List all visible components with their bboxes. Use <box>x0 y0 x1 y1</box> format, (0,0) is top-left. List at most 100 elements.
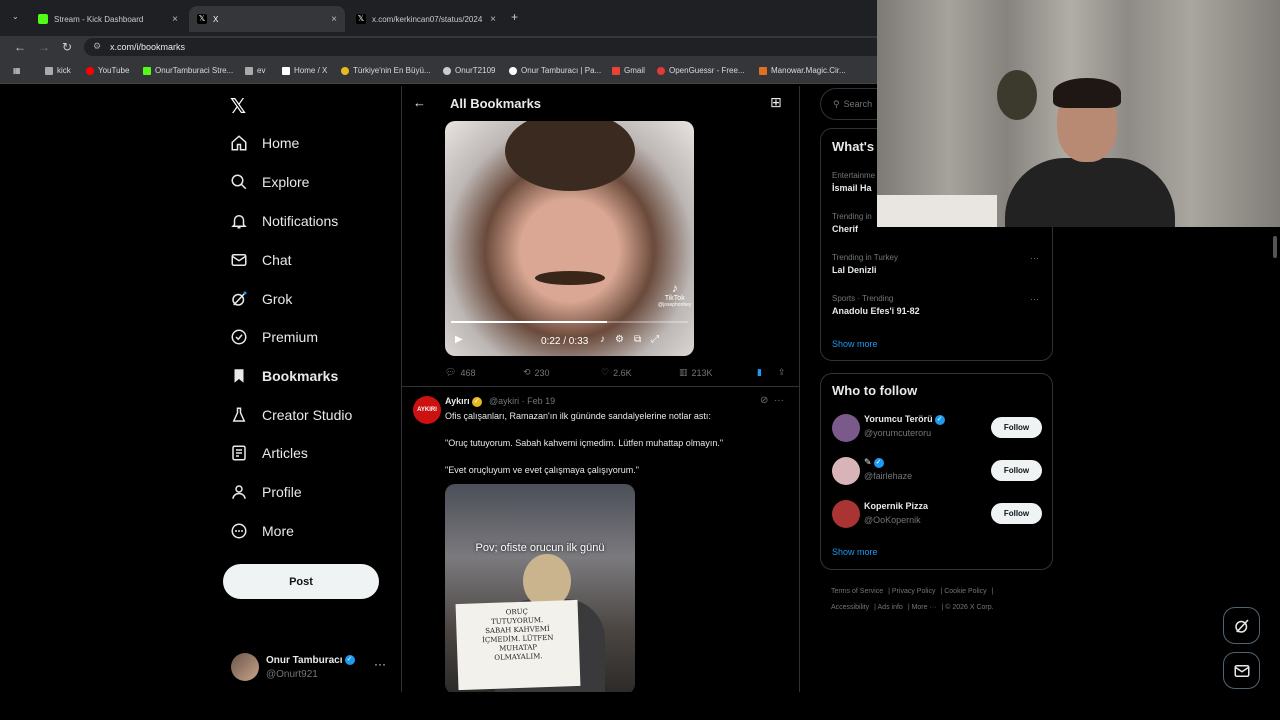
new-folder-icon[interactable]: ⊞ <box>770 94 782 111</box>
nav-profile[interactable]: Profile <box>230 483 302 501</box>
footer-link-more[interactable]: More ··· <box>912 604 937 611</box>
avatar[interactable] <box>832 414 860 442</box>
nav-label: Premium <box>262 329 319 345</box>
footer-link-ads-info[interactable]: Ads info <box>878 604 903 611</box>
video-progress-bar[interactable] <box>451 321 688 323</box>
avatar[interactable]: AYKIRI <box>413 396 441 424</box>
more-dots-icon[interactable]: ··· <box>1030 294 1039 304</box>
repost-button[interactable]: ⟲ 230 <box>523 367 550 378</box>
bookmark-button[interactable]: ▮ <box>757 367 762 378</box>
envelope-icon <box>1234 664 1249 677</box>
nav-label: Bookmarks <box>262 368 339 384</box>
back-arrow-icon[interactable]: ← <box>14 40 26 54</box>
more-dots-icon[interactable]: ··· <box>774 395 784 406</box>
bookmark-kick[interactable]: kick <box>45 66 71 75</box>
bookmark-label: kick <box>57 66 71 75</box>
footer-link-accessibility[interactable]: Accessibility <box>831 604 869 611</box>
footer-link-privacy[interactable]: Privacy Policy <box>892 588 936 595</box>
user-name-row[interactable]: Yorumcu Terörü ✓ <box>864 414 945 425</box>
grok-floating-button[interactable] <box>1223 607 1260 644</box>
nav-articles[interactable]: Articles <box>230 444 308 462</box>
back-arrow-icon[interactable]: ← <box>413 95 426 110</box>
show-more-link[interactable]: Show more <box>832 339 878 349</box>
bookmark-onurt2109[interactable]: OnurT2109 <box>443 66 495 75</box>
new-tab-icon[interactable]: + <box>511 10 518 24</box>
trend-name[interactable]: Cherif <box>832 224 858 234</box>
apps-grid-icon[interactable]: ▦ <box>13 66 21 75</box>
tweet-author-row[interactable]: Aykırı ✓ <box>445 396 482 407</box>
follow-button[interactable]: Follow <box>991 460 1042 481</box>
nav-chat[interactable]: Chat <box>230 251 292 269</box>
tweet-image[interactable]: Pov; ofiste orucun ilk günü ORUÇ TUTUYOR… <box>445 484 635 692</box>
more-dots-icon[interactable]: ··· <box>374 657 386 671</box>
bookmark-gmail[interactable]: Gmail <box>612 66 645 75</box>
account-handle: @Onurt921 <box>266 669 318 680</box>
trend-name[interactable]: İsmail Ha <box>832 183 872 193</box>
post-button[interactable]: Post <box>223 564 379 599</box>
settings-icon[interactable]: ⚙ <box>615 334 634 345</box>
webcam-detail <box>877 195 997 227</box>
trend-name[interactable]: Lal Denizli <box>832 265 877 275</box>
tab-x-status[interactable]: 𝕏 x.com/kerkincan07/status/2024 × <box>348 6 504 32</box>
bookmark-label: Onur Tamburacı | Pa... <box>521 66 602 75</box>
account-switcher[interactable]: Onur Tamburacı ✓ @Onurt921 ··· <box>231 652 401 684</box>
like-button[interactable]: ♡ 2.6K <box>601 367 632 378</box>
messages-floating-button[interactable] <box>1223 652 1260 689</box>
volume-icon[interactable]: ♪ <box>600 334 615 345</box>
grok-icon[interactable]: ⊘ <box>760 395 768 406</box>
tab-x[interactable]: 𝕏 X × <box>189 6 345 32</box>
nav-home[interactable]: Home <box>230 134 299 152</box>
home-icon <box>231 135 247 151</box>
close-tab-icon[interactable]: × <box>331 14 337 25</box>
share-icon[interactable]: ⇪ <box>778 367 786 378</box>
scrollbar[interactable] <box>1273 236 1277 258</box>
forward-arrow-icon[interactable]: → <box>38 40 50 54</box>
video-progress-fill <box>451 321 608 323</box>
nav-more[interactable]: More <box>230 522 294 540</box>
bookmark-onurtamburaci-stream[interactable]: OnurTamburaci Stre... <box>143 66 233 75</box>
bookmark-home-x[interactable]: Home / X <box>282 66 327 75</box>
bookmark-turkiye[interactable]: Türkiye'nin En Büyü... <box>341 66 431 75</box>
follow-button[interactable]: Follow <box>991 503 1042 524</box>
screen-bottom-strip <box>0 692 1280 720</box>
person-icon <box>232 485 246 499</box>
show-more-link[interactable]: Show more <box>832 547 878 557</box>
user-name[interactable]: Kopernik Pizza <box>864 501 928 511</box>
nav-premium[interactable]: Premium <box>230 328 318 346</box>
follow-button[interactable]: Follow <box>991 417 1042 438</box>
reload-icon[interactable]: ↻ <box>62 40 72 54</box>
user-name-row[interactable]: ✎ ✓ <box>864 457 884 468</box>
reply-button[interactable]: 💬︎ 468 <box>445 367 475 378</box>
play-icon[interactable]: ▶ <box>455 334 463 345</box>
bookmark-youtube[interactable]: YouTube <box>86 66 129 75</box>
trend-meta: Trending in <box>832 212 872 221</box>
fullscreen-icon[interactable]: ⤢ <box>651 334 669 345</box>
address-bar[interactable]: ⚙ x.com/i/bookmarks <box>84 38 884 56</box>
footer-link-terms[interactable]: Terms of Service <box>831 588 883 595</box>
trend-name[interactable]: Anadolu Efes'i 91-82 <box>832 306 920 316</box>
tab-list-chevron-icon[interactable]: ⌄ <box>12 12 19 21</box>
nav-bookmarks[interactable]: Bookmarks <box>230 367 338 385</box>
video-player[interactable]: ♪ TikTok @josephonbey ▶ 0:22 / 0:33 ♪⚙⧉⤢ <box>445 121 694 356</box>
footer-link-cookies[interactable]: Cookie Policy <box>944 588 986 595</box>
bookmark-manowar[interactable]: Manowar.Magic.Cir... <box>759 66 846 75</box>
nav-notifications[interactable]: Notifications <box>230 212 338 230</box>
nav-explore[interactable]: Explore <box>230 173 309 191</box>
bookmark-openguessr[interactable]: OpenGuessr - Free... <box>657 66 745 75</box>
close-tab-icon[interactable]: × <box>172 14 178 25</box>
close-tab-icon[interactable]: × <box>490 14 496 25</box>
bookmark-ev[interactable]: ev <box>245 66 265 75</box>
avatar[interactable] <box>832 500 860 528</box>
nav-grok[interactable]: Grok <box>230 290 292 308</box>
pip-icon[interactable]: ⧉ <box>634 334 651 345</box>
hand-emoji-icon: ✎ <box>864 457 872 467</box>
more-dots-icon[interactable]: ··· <box>1030 253 1039 263</box>
nav-creator-studio[interactable]: Creator Studio <box>230 406 352 424</box>
views-button[interactable]: ▥ 213K <box>679 367 713 378</box>
site-info-icon[interactable]: ⚙ <box>93 41 101 52</box>
tab-kick-dashboard[interactable]: Stream - Kick Dashboard × <box>30 6 186 32</box>
bookmark-onur-tamburaci-page[interactable]: Onur Tamburacı | Pa... <box>509 66 601 75</box>
avatar[interactable] <box>832 457 860 485</box>
trend-meta: Entertainme <box>832 171 876 180</box>
x-logo-icon[interactable]: 𝕏 <box>230 94 246 119</box>
